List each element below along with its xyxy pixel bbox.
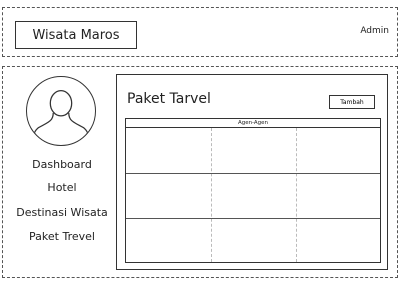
add-button[interactable]: Tambah [329,95,375,109]
column-divider [211,128,212,262]
page-title: Paket Tarvel [127,91,211,107]
sidebar: Dashboard Hotel Destinasi Wisata Paket T… [10,72,120,272]
brand-logo[interactable]: Wisata Maros [15,21,137,49]
row-divider [126,173,380,174]
table-header: Agen-Agen [126,119,380,128]
sidebar-item-destinasi-wisata[interactable]: Destinasi Wisata [7,206,117,219]
sidebar-item-dashboard[interactable]: Dashboard [7,158,117,171]
sidebar-item-paket-trevel[interactable]: Paket Trevel [7,230,117,243]
data-table: Agen-Agen [125,118,381,263]
user-icon [32,89,90,142]
user-menu[interactable]: Admin [360,26,389,36]
row-divider [126,218,380,219]
top-navbar: Wisata Maros Admin [2,7,398,57]
main-panel: Paket Tarvel Tambah Agen-Agen [116,74,388,270]
sidebar-item-hotel[interactable]: Hotel [7,181,117,194]
column-divider [296,128,297,262]
avatar [26,76,96,146]
